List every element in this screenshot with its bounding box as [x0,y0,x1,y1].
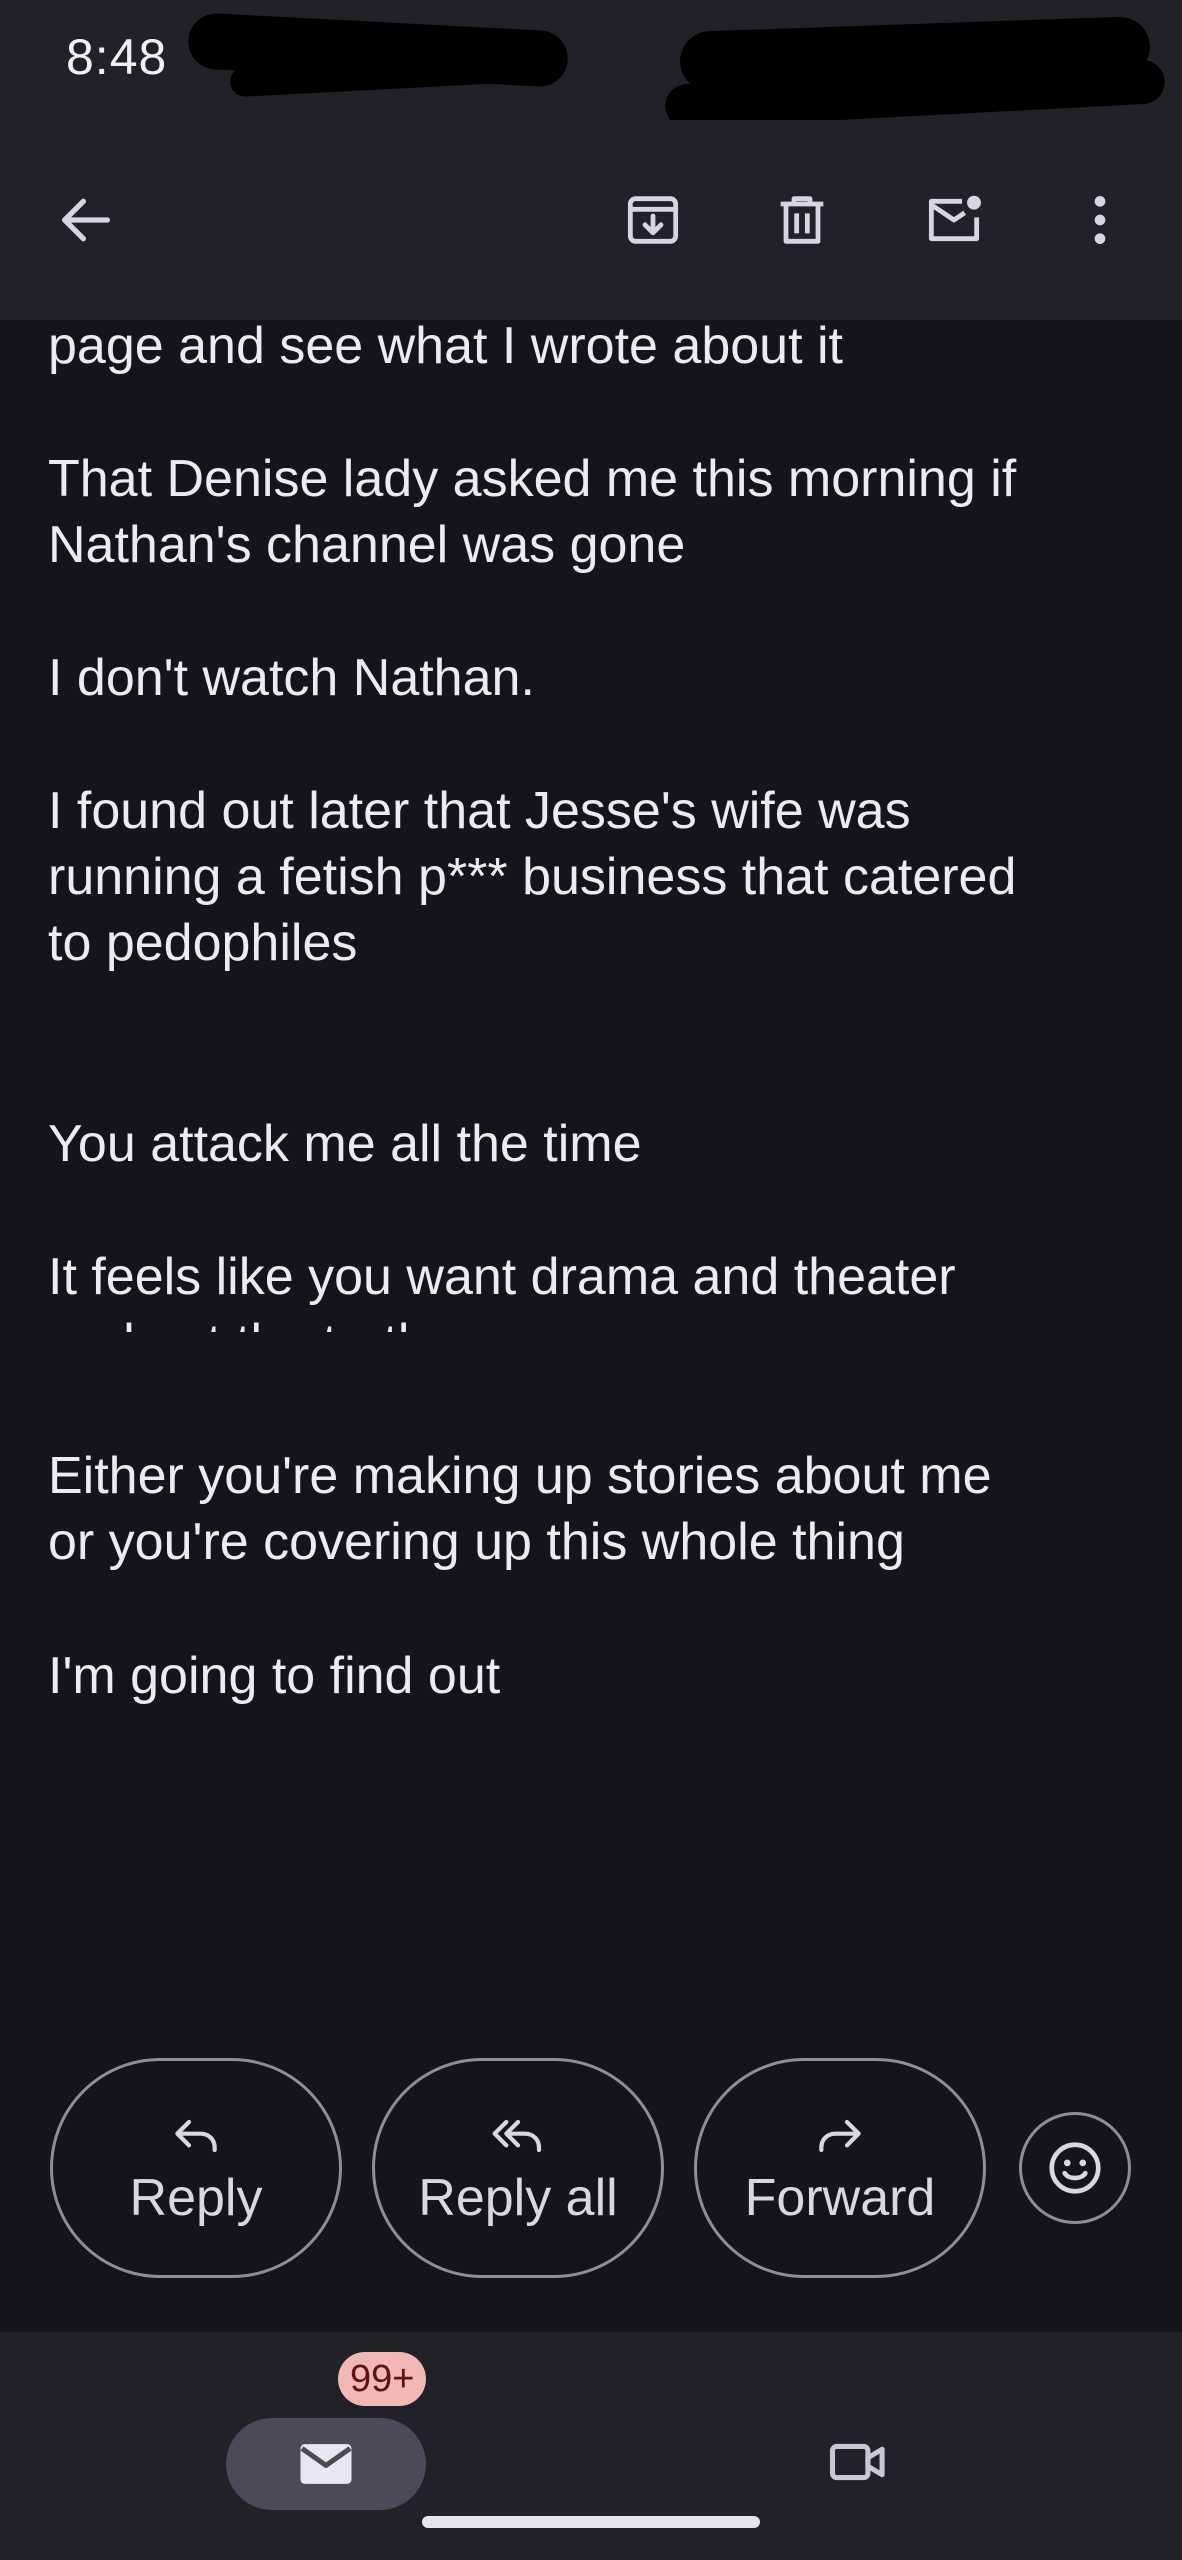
message-line: You attack me all the time [48,1115,642,1173]
reply-button[interactable]: Reply [50,2058,342,2278]
reply-label: Reply [129,2169,263,2227]
arrow-left-icon [62,198,110,242]
message-line: I found out later that Jesse's wife was [48,782,911,840]
message-line: and not the truth. [48,1310,1148,1332]
emoji-reaction-button[interactable] [1019,2112,1131,2224]
message-toolbar [0,120,1182,320]
message-paragraph: I'm going to find out [48,1643,1148,1709]
message-line: running a fetish p*** business that cate… [48,848,1017,906]
message-line: It feels like you want drama and theater [48,1248,956,1306]
message-line: That Denise lady asked me this morning i… [48,450,1017,508]
emoji-smile-icon [1049,2142,1101,2194]
unread-count-badge: 99+ [338,2352,427,2406]
nav-meet-tab[interactable] [808,2412,908,2512]
mail-unread-icon [928,195,981,242]
message-paragraph: Either you're making up stories about me… [48,1443,1148,1575]
more-vert-icon [1094,196,1106,244]
home-indicator[interactable] [422,2516,760,2528]
message-paragraph: That Denise lady asked me this morning i… [48,446,1148,578]
forward-button[interactable]: Forward [694,2058,986,2278]
message-body: page and see what I wrote about it That … [0,320,1182,1332]
message-line: Either you're making up stories about me [48,1447,992,1505]
reply-all-label: Reply all [418,2169,618,2227]
message-paragraph: page and see what I wrote about it [48,320,1148,379]
message-paragraph: It feels like you want drama and theater… [48,1244,1148,1332]
nav-mail-tab[interactable] [226,2418,426,2510]
forward-icon [819,2119,861,2153]
message-line: Nathan's channel was gone [48,516,686,574]
archive-icon [627,196,679,244]
video-camera-icon [829,2443,885,2481]
mark-unread-button[interactable] [906,172,1002,268]
message-line: I don't watch Nathan. [48,649,535,707]
message-line: to pedophiles [48,914,358,972]
message-paragraph: I found out later that Jesse's wife was … [48,778,1148,976]
message-paragraph: I don't watch Nathan. [48,645,1148,711]
back-button[interactable] [38,172,134,268]
message-line: or you're covering up this whole thing [48,1513,905,1571]
delete-button[interactable] [754,172,850,268]
mail-icon [300,2444,352,2484]
status-bar: 8:48 [0,0,1182,130]
message-paragraph: You attack me all the time [48,1111,1148,1177]
reply-all-button[interactable]: Reply all [372,2058,664,2278]
more-options-button[interactable] [1052,172,1148,268]
archive-button[interactable] [605,172,701,268]
message-line: I'm going to find out [48,1647,501,1705]
status-time: 8:48 [66,29,168,85]
message-line: page and see what I wrote about it [48,320,843,375]
message-actions: Reply Reply all Forward [0,2050,1182,2330]
trash-icon [780,196,824,244]
reply-all-icon [492,2119,542,2153]
forward-label: Forward [744,2169,936,2227]
reply-icon [175,2119,217,2153]
